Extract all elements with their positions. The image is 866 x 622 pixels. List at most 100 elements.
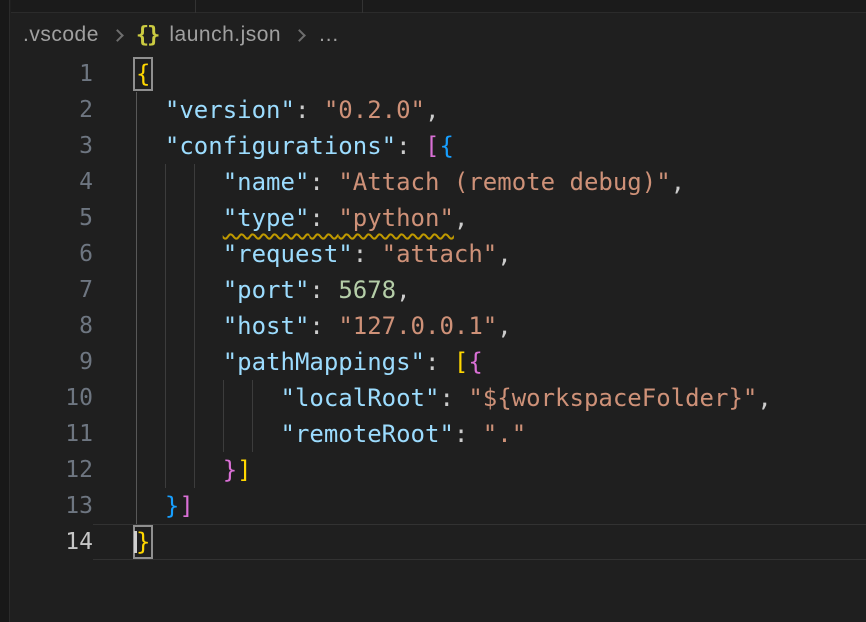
code-token: : <box>309 312 338 340</box>
code-token: "request" <box>223 240 353 268</box>
code-token: "type" <box>223 204 310 232</box>
code-line[interactable]: 4 "name": "Attach (remote debug)", <box>11 164 866 200</box>
code-line[interactable]: 11 "remoteRoot": "." <box>11 416 866 452</box>
code-token: : <box>439 384 468 412</box>
code-line-content[interactable]: "configurations": [{ <box>93 128 866 164</box>
indent-guide <box>165 344 166 380</box>
warning-squiggle: "type": "python" <box>223 204 454 232</box>
code-line-content[interactable]: "host": "127.0.0.1", <box>93 308 866 344</box>
code-token: , <box>497 240 511 268</box>
line-number[interactable]: 9 <box>11 344 93 380</box>
code-editor[interactable]: 1{2 "version": "0.2.0",3 "configurations… <box>11 56 866 560</box>
line-number[interactable]: 12 <box>11 452 93 488</box>
indent-guide <box>136 380 137 416</box>
code-line[interactable]: 6 "request": "attach", <box>11 236 866 272</box>
code-line[interactable]: 7 "port": 5678, <box>11 272 866 308</box>
code-line-content[interactable]: "localRoot": "${workspaceFolder}", <box>93 380 866 416</box>
indent-guide <box>136 200 137 236</box>
indent-guide <box>194 164 195 200</box>
code-line[interactable]: 8 "host": "127.0.0.1", <box>11 308 866 344</box>
code-line[interactable]: 1{ <box>11 56 866 92</box>
line-number[interactable]: 11 <box>11 416 93 452</box>
code-line[interactable]: 13 }] <box>11 488 866 524</box>
code-token: [ <box>454 348 468 376</box>
code-token: { <box>136 60 150 88</box>
code-token: : <box>309 168 338 196</box>
code-token: : <box>454 420 483 448</box>
indent-guide <box>165 308 166 344</box>
code-token: { <box>468 348 482 376</box>
indent-guide <box>136 272 137 308</box>
code-line[interactable]: 14} <box>11 524 866 560</box>
tab-divider <box>195 0 196 13</box>
line-number[interactable]: 3 <box>11 128 93 164</box>
json-braces-icon: {} <box>136 23 159 48</box>
indent-guide <box>165 200 166 236</box>
indent-guide <box>194 344 195 380</box>
indent-guide <box>165 380 166 416</box>
tab-divider <box>362 0 363 13</box>
code-line[interactable]: 5 "type": "python", <box>11 200 866 236</box>
code-line-content[interactable]: } <box>93 524 866 560</box>
indent-guide <box>165 416 166 452</box>
line-number[interactable]: 7 <box>11 272 93 308</box>
indent-guide <box>165 164 166 200</box>
code-line-content[interactable]: }] <box>93 452 866 488</box>
breadcrumb-ellipsis[interactable]: … <box>318 23 340 47</box>
code-line-content[interactable]: "name": "Attach (remote debug)", <box>93 164 866 200</box>
code-line[interactable]: 3 "configurations": [{ <box>11 128 866 164</box>
code-token: : <box>295 96 324 124</box>
code-line-content[interactable]: "remoteRoot": "." <box>93 416 866 452</box>
code-token: , <box>454 204 468 232</box>
indent-guide <box>194 452 195 488</box>
code-line[interactable]: 10 "localRoot": "${workspaceFolder}", <box>11 380 866 416</box>
indent-guide <box>136 452 137 488</box>
code-token: "0.2.0" <box>324 96 425 124</box>
code-line[interactable]: 12 }] <box>11 452 866 488</box>
indent-guide <box>165 452 166 488</box>
line-number[interactable]: 8 <box>11 308 93 344</box>
code-token: : <box>309 276 338 304</box>
line-number[interactable]: 1 <box>11 56 93 92</box>
line-number[interactable]: 10 <box>11 380 93 416</box>
line-number[interactable]: 14 <box>11 524 93 560</box>
breadcrumb-file[interactable]: launch.json <box>169 23 281 47</box>
code-line-content[interactable]: "pathMappings": [{ <box>93 344 866 380</box>
code-line[interactable]: 9 "pathMappings": [{ <box>11 344 866 380</box>
code-token: : <box>425 348 454 376</box>
code-token: { <box>439 132 453 160</box>
breadcrumb-folder[interactable]: .vscode <box>23 23 99 47</box>
line-number[interactable]: 4 <box>11 164 93 200</box>
code-token: , <box>396 276 410 304</box>
code-token: } <box>136 528 150 556</box>
code-token: , <box>425 96 439 124</box>
vscode-window: .vscode {} launch.json … 1{2 "version": … <box>0 0 866 622</box>
code-line-content[interactable]: "request": "attach", <box>93 236 866 272</box>
code-line-content[interactable]: { <box>93 56 866 92</box>
code-token: "${workspaceFolder}" <box>468 384 757 412</box>
code-token: "attach" <box>382 240 498 268</box>
code-token: "host" <box>223 312 310 340</box>
indent-guide <box>136 92 137 128</box>
code-line-content[interactable]: "type": "python", <box>93 200 866 236</box>
indent-guide <box>136 416 137 452</box>
code-line[interactable]: 2 "version": "0.2.0", <box>11 92 866 128</box>
line-number[interactable]: 13 <box>11 488 93 524</box>
indent-guide <box>252 380 253 416</box>
indent-guide <box>252 416 253 452</box>
indent-guide <box>136 128 137 164</box>
line-number[interactable]: 6 <box>11 236 93 272</box>
chevron-right-icon <box>293 29 306 42</box>
code-line-content[interactable]: "version": "0.2.0", <box>93 92 866 128</box>
code-token: : <box>309 204 338 232</box>
code-token: : <box>353 240 382 268</box>
code-line-content[interactable]: }] <box>93 488 866 524</box>
line-number[interactable]: 2 <box>11 92 93 128</box>
line-number[interactable]: 5 <box>11 200 93 236</box>
tab-bar-strip <box>11 0 866 13</box>
code-line-content[interactable]: "port": 5678, <box>93 272 866 308</box>
code-token: "version" <box>165 96 295 124</box>
indent-guide <box>194 272 195 308</box>
code-token: "configurations" <box>165 132 396 160</box>
editor-pane: .vscode {} launch.json … 1{2 "version": … <box>11 14 866 622</box>
